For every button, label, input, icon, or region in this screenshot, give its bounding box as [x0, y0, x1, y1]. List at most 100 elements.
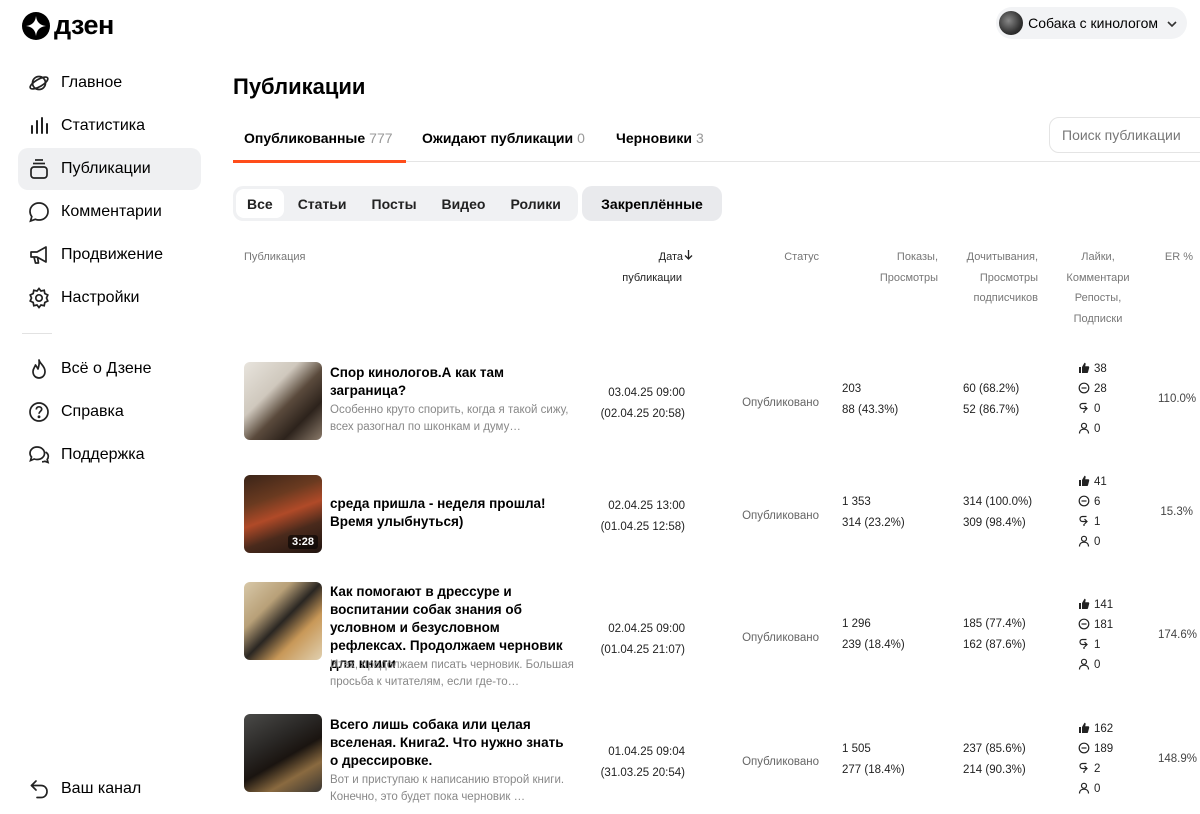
filter-shorts[interactable]: Ролики — [500, 189, 572, 218]
search-input[interactable] — [1049, 117, 1200, 153]
sidebar-item-promotion[interactable]: Продвижение — [18, 234, 201, 276]
tab-drafts[interactable]: Черновики 3 — [616, 114, 704, 162]
subscriber-icon — [1078, 535, 1094, 550]
publish-date: 03.04.25 09:00 — [608, 387, 685, 399]
filter-all[interactable]: Все — [236, 189, 284, 218]
col-er: ER % — [1164, 251, 1193, 263]
account-name: Собака с кинологом — [1028, 15, 1158, 31]
col-engagement-label-4: Подписки — [1073, 312, 1123, 325]
sidebar-item-label: Главное — [61, 74, 123, 91]
comments-count: 28 — [1094, 383, 1107, 395]
flame-icon — [28, 358, 50, 380]
er-percent: 15.3% — [1160, 506, 1193, 518]
comments-count: 6 — [1094, 496, 1101, 508]
publish-date: 01.04.25 09:04 — [608, 746, 685, 758]
publish-date: 02.04.25 13:00 — [608, 500, 685, 512]
publication-date: 01.04.25 09:04 (31.03.25 20:54) — [585, 742, 685, 783]
sidebar-nav: Главное Статистика Публикации Комментари… — [18, 62, 201, 477]
sidebar-item-support[interactable]: Поддержка — [18, 434, 201, 476]
megaphone-icon — [28, 244, 50, 266]
tab-published[interactable]: Опубликованные 777 — [233, 114, 406, 163]
subscriber-icon — [1078, 658, 1094, 673]
publication-title[interactable]: Всего лишь собака или целая вселеная. Кн… — [330, 716, 575, 770]
views-value: 277 (18.4%) — [842, 763, 905, 776]
engagement-stats: 162 189 2 0 — [1078, 719, 1128, 799]
col-engagement-label-2: Комментари — [1066, 271, 1130, 284]
sidebar-item-stats[interactable]: Статистика — [18, 105, 201, 147]
publication-thumbnail — [244, 714, 322, 792]
views-value: 314 (23.2%) — [842, 516, 905, 529]
publication-title[interactable]: среда пришла - неделя прошла! Время улыб… — [330, 495, 575, 531]
subscriber-views-value: 162 (87.6%) — [963, 638, 1026, 651]
reads-value: 60 (68.2%) — [963, 383, 1020, 395]
reposts-count: 0 — [1094, 403, 1101, 415]
col-engagement-label-3: Репосты, — [1074, 292, 1122, 304]
chevron-down-icon — [1167, 14, 1177, 32]
col-shows-label-2: Просмотры — [879, 271, 938, 284]
table-row[interactable]: 3:28 среда пришла - неделя прошла! Время… — [233, 463, 1200, 563]
publication-thumbnail — [244, 582, 322, 660]
likes-count: 41 — [1094, 476, 1107, 488]
sidebar-item-your-channel[interactable]: Ваш канал — [18, 768, 201, 810]
page-title: Публикации — [233, 74, 366, 99]
sidebar-item-main[interactable]: Главное — [18, 62, 201, 104]
publication-title[interactable]: Спор кинологов.А как там заграница? — [330, 364, 575, 400]
subscriber-icon — [1078, 782, 1094, 797]
pinned-filter-button[interactable]: Закреплённые — [582, 186, 722, 221]
reposts-count: 1 — [1094, 516, 1101, 528]
like-icon — [1078, 475, 1094, 490]
sidebar-item-publications[interactable]: Публикации — [18, 148, 201, 190]
tab-label: Черновики — [616, 130, 693, 146]
reads-subviews: 60 (68.2%) 52 (86.7%) — [963, 379, 1019, 420]
table-row[interactable]: Как помогают в дрессуре и воспитании соб… — [233, 575, 1200, 695]
subscriptions-count: 0 — [1094, 659, 1101, 671]
sidebar-item-help[interactable]: Справка — [18, 391, 201, 433]
filter-videos[interactable]: Видео — [431, 189, 497, 218]
reads-value: 314 (100.0%) — [963, 496, 1033, 508]
filter-articles[interactable]: Статьи — [287, 189, 358, 218]
reads-value: 185 (77.4%) — [963, 618, 1026, 630]
col-date[interactable]: Дата публикации — [600, 247, 693, 288]
sidebar-item-about[interactable]: Всё о Дзене — [18, 348, 201, 390]
brand-name: дзен — [54, 10, 114, 40]
repost-icon — [1078, 402, 1094, 417]
type-filter-group: Все Статьи Посты Видео Ролики — [233, 186, 578, 221]
col-publication: Публикация — [244, 251, 306, 263]
like-icon — [1078, 362, 1094, 377]
table-row[interactable]: Всего лишь собака или целая вселеная. Кн… — [233, 708, 1200, 814]
col-reads-label-2: Просмотры — [979, 271, 1038, 284]
sidebar-item-label: Публикации — [61, 160, 151, 177]
tab-count: 3 — [696, 130, 704, 146]
sidebar-item-settings[interactable]: Настройки — [18, 277, 201, 319]
filter-posts[interactable]: Посты — [361, 189, 428, 218]
comments-count: 181 — [1094, 619, 1114, 631]
col-shows-label-1: Показы, — [896, 251, 938, 263]
tab-count: 777 — [369, 130, 393, 146]
subscriber-views-value: 309 (98.4%) — [963, 516, 1026, 529]
help-icon — [28, 401, 50, 423]
col-date-label-2: публикации — [622, 271, 682, 284]
publication-date: 02.04.25 09:00 (01.04.25 21:07) — [585, 619, 685, 660]
avatar — [999, 11, 1024, 35]
reads-value: 237 (85.6%) — [963, 743, 1026, 755]
views-value: 88 (43.3%) — [842, 403, 899, 416]
subscriber-icon — [1078, 422, 1094, 437]
sidebar-item-comments[interactable]: Комментарии — [18, 191, 201, 233]
publication-description: Итак, продолжаем писать черновик. Больша… — [330, 659, 574, 688]
like-icon — [1078, 722, 1094, 737]
tab-label: Ожидают публикации — [422, 130, 574, 146]
publications-icon — [28, 158, 50, 180]
dzen-logo[interactable]: дзен — [22, 10, 114, 41]
col-engagement-label-1: Лайки, — [1081, 251, 1115, 263]
comment-icon — [1078, 618, 1094, 633]
account-switcher[interactable]: Собака с кинологом — [996, 7, 1187, 39]
shows-views: 1 353 314 (23.2%) — [842, 492, 905, 533]
table-row[interactable]: Спор кинологов.А как там заграница? Особ… — [233, 350, 1200, 450]
engagement-stats: 41 6 1 0 — [1078, 472, 1128, 552]
col-reads-label-3: подписчиков — [973, 292, 1038, 304]
comment-icon — [1078, 742, 1094, 757]
shows-value: 1 353 — [842, 496, 871, 508]
publication-thumbnail — [244, 362, 322, 440]
shows-value: 1 296 — [842, 618, 871, 630]
tab-pending[interactable]: Ожидают публикации 0 — [422, 114, 585, 162]
